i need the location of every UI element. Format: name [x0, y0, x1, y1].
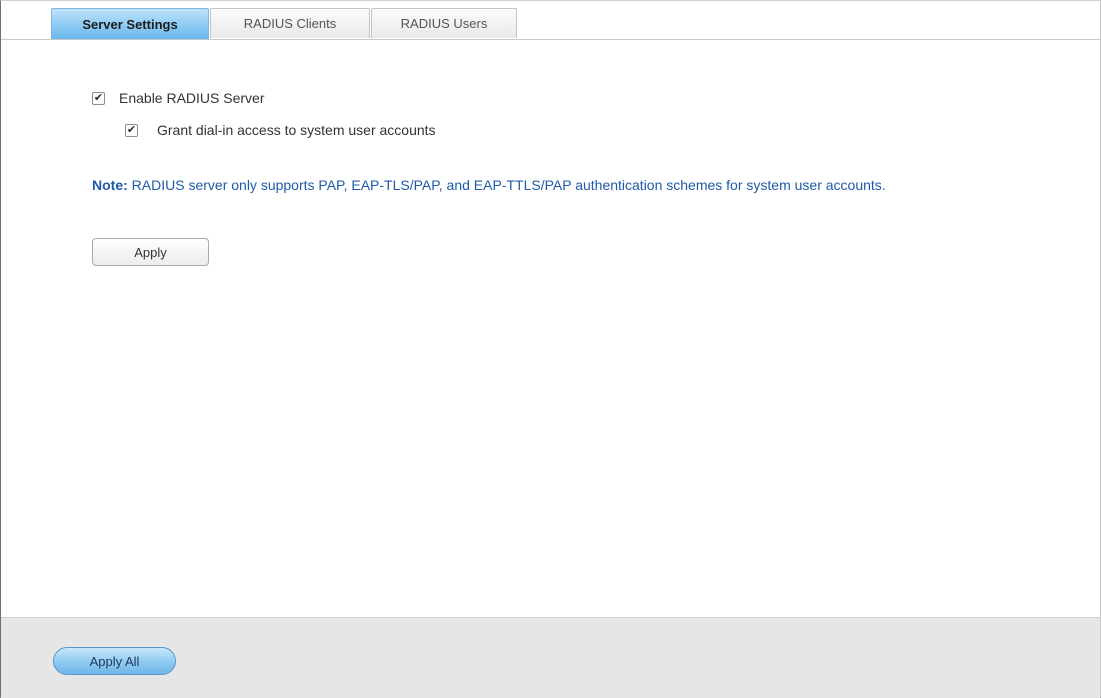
tab-radius-users[interactable]: RADIUS Users: [371, 8, 517, 38]
enable-radius-label: Enable RADIUS Server: [119, 90, 265, 106]
tab-radius-clients[interactable]: RADIUS Clients: [210, 8, 370, 38]
apply-all-button[interactable]: Apply All: [53, 647, 176, 675]
note-text: Note: RADIUS server only supports PAP, E…: [92, 175, 992, 196]
note-prefix: Note:: [92, 177, 128, 193]
footer-bar: Apply All: [1, 617, 1100, 698]
apply-button[interactable]: Apply: [92, 238, 209, 266]
tab-bar: Server Settings RADIUS Clients RADIUS Us…: [1, 1, 1100, 40]
grant-dialin-label: Grant dial-in access to system user acco…: [157, 122, 436, 138]
enable-radius-row: ✔ Enable RADIUS Server: [92, 90, 265, 106]
radius-settings-window: Server Settings RADIUS Clients RADIUS Us…: [0, 0, 1101, 698]
grant-dialin-row: ✔ Grant dial-in access to system user ac…: [125, 122, 436, 138]
grant-dialin-checkbox[interactable]: ✔: [125, 123, 138, 137]
server-settings-panel: ✔ Enable RADIUS Server ✔ Grant dial-in a…: [1, 40, 1100, 615]
note-body: RADIUS server only supports PAP, EAP-TLS…: [127, 177, 886, 193]
tab-server-settings[interactable]: Server Settings: [51, 8, 209, 39]
enable-radius-checkbox[interactable]: ✔: [92, 91, 105, 105]
